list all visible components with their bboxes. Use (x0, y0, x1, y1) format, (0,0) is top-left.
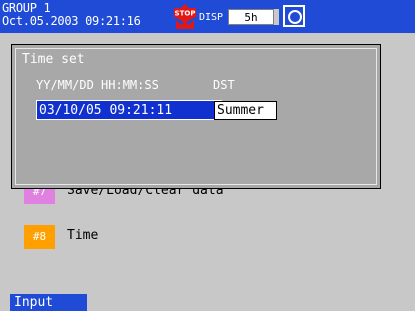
screen: GROUP 1 Oct.05.2003 09:21:16 STOP DISP 5… (0, 0, 415, 311)
time-span-tab (274, 9, 279, 25)
svg-text:STOP: STOP (175, 10, 196, 18)
time-span-box[interactable]: 5h (228, 9, 274, 25)
datetime-label: Oct.05.2003 09:21:16 (2, 14, 141, 28)
input-tab[interactable]: Input (10, 294, 87, 311)
dst-column-header: DST (213, 78, 235, 92)
datetime-input[interactable]: 03/10/05 09:21:11 (36, 100, 222, 120)
stop-icon[interactable]: STOP (172, 3, 198, 30)
menu-label-time: Time (67, 228, 99, 243)
camera-icon[interactable] (283, 5, 305, 27)
menu-badge-8: #8 (24, 225, 55, 249)
disp-label: DISP (199, 12, 224, 23)
datetime-column-header: YY/MM/DD HH:MM:SS (36, 78, 159, 92)
status-header: GROUP 1 Oct.05.2003 09:21:16 STOP DISP 5… (0, 0, 415, 33)
dst-select[interactable]: Summer (214, 101, 277, 120)
time-set-dialog: Time set YY/MM/DD HH:MM:SS DST 03/10/05 … (11, 44, 381, 189)
dialog-title: Time set (22, 52, 85, 67)
